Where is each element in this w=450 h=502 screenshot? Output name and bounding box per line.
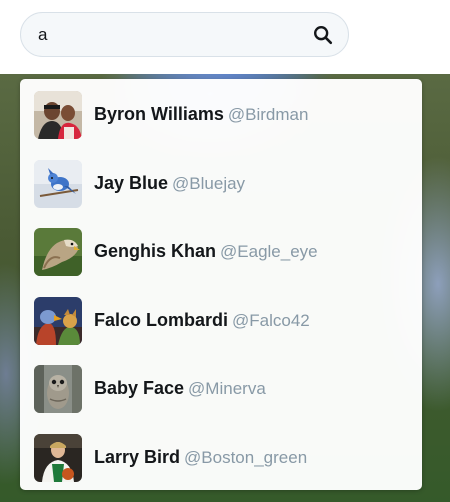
avatar (34, 159, 82, 208)
result-item-eagle-eye[interactable]: Genghis Khan @Eagle_eye (20, 218, 422, 287)
result-handle: @Minerva (188, 379, 266, 399)
avatar (34, 296, 82, 345)
avatar (34, 228, 82, 277)
result-name: Larry Bird (94, 446, 181, 467)
search-bar[interactable] (20, 12, 349, 57)
search-icon[interactable] (312, 24, 334, 46)
result-name: Baby Face (94, 378, 185, 399)
result-item-boston-green[interactable]: Larry Bird @Boston_green (20, 424, 422, 493)
result-handle: @Bluejay (172, 173, 246, 193)
avatar (34, 433, 82, 482)
result-name: Byron Williams (94, 104, 224, 125)
search-input[interactable] (38, 22, 298, 48)
result-item-minerva[interactable]: Baby Face @Minerva (20, 355, 422, 424)
autocomplete-dropdown: Byron Williams @Birdman Jay Blue @Bluejay (20, 79, 422, 490)
result-handle: @Eagle_eye (220, 242, 318, 262)
result-name: Falco Lombardi (94, 309, 229, 330)
result-handle: @Boston_green (184, 447, 308, 467)
avatar (34, 365, 82, 414)
result-name: Jay Blue (94, 172, 169, 193)
avatar (34, 91, 82, 140)
result-name: Genghis Khan (94, 241, 217, 262)
result-item-bluejay[interactable]: Jay Blue @Bluejay (20, 150, 422, 219)
result-handle: @Falco42 (232, 310, 310, 330)
result-item-falco42[interactable]: Falco Lombardi @Falco42 (20, 287, 422, 356)
result-handle: @Birdman (227, 105, 309, 125)
result-item-birdman[interactable]: Byron Williams @Birdman (20, 81, 422, 150)
